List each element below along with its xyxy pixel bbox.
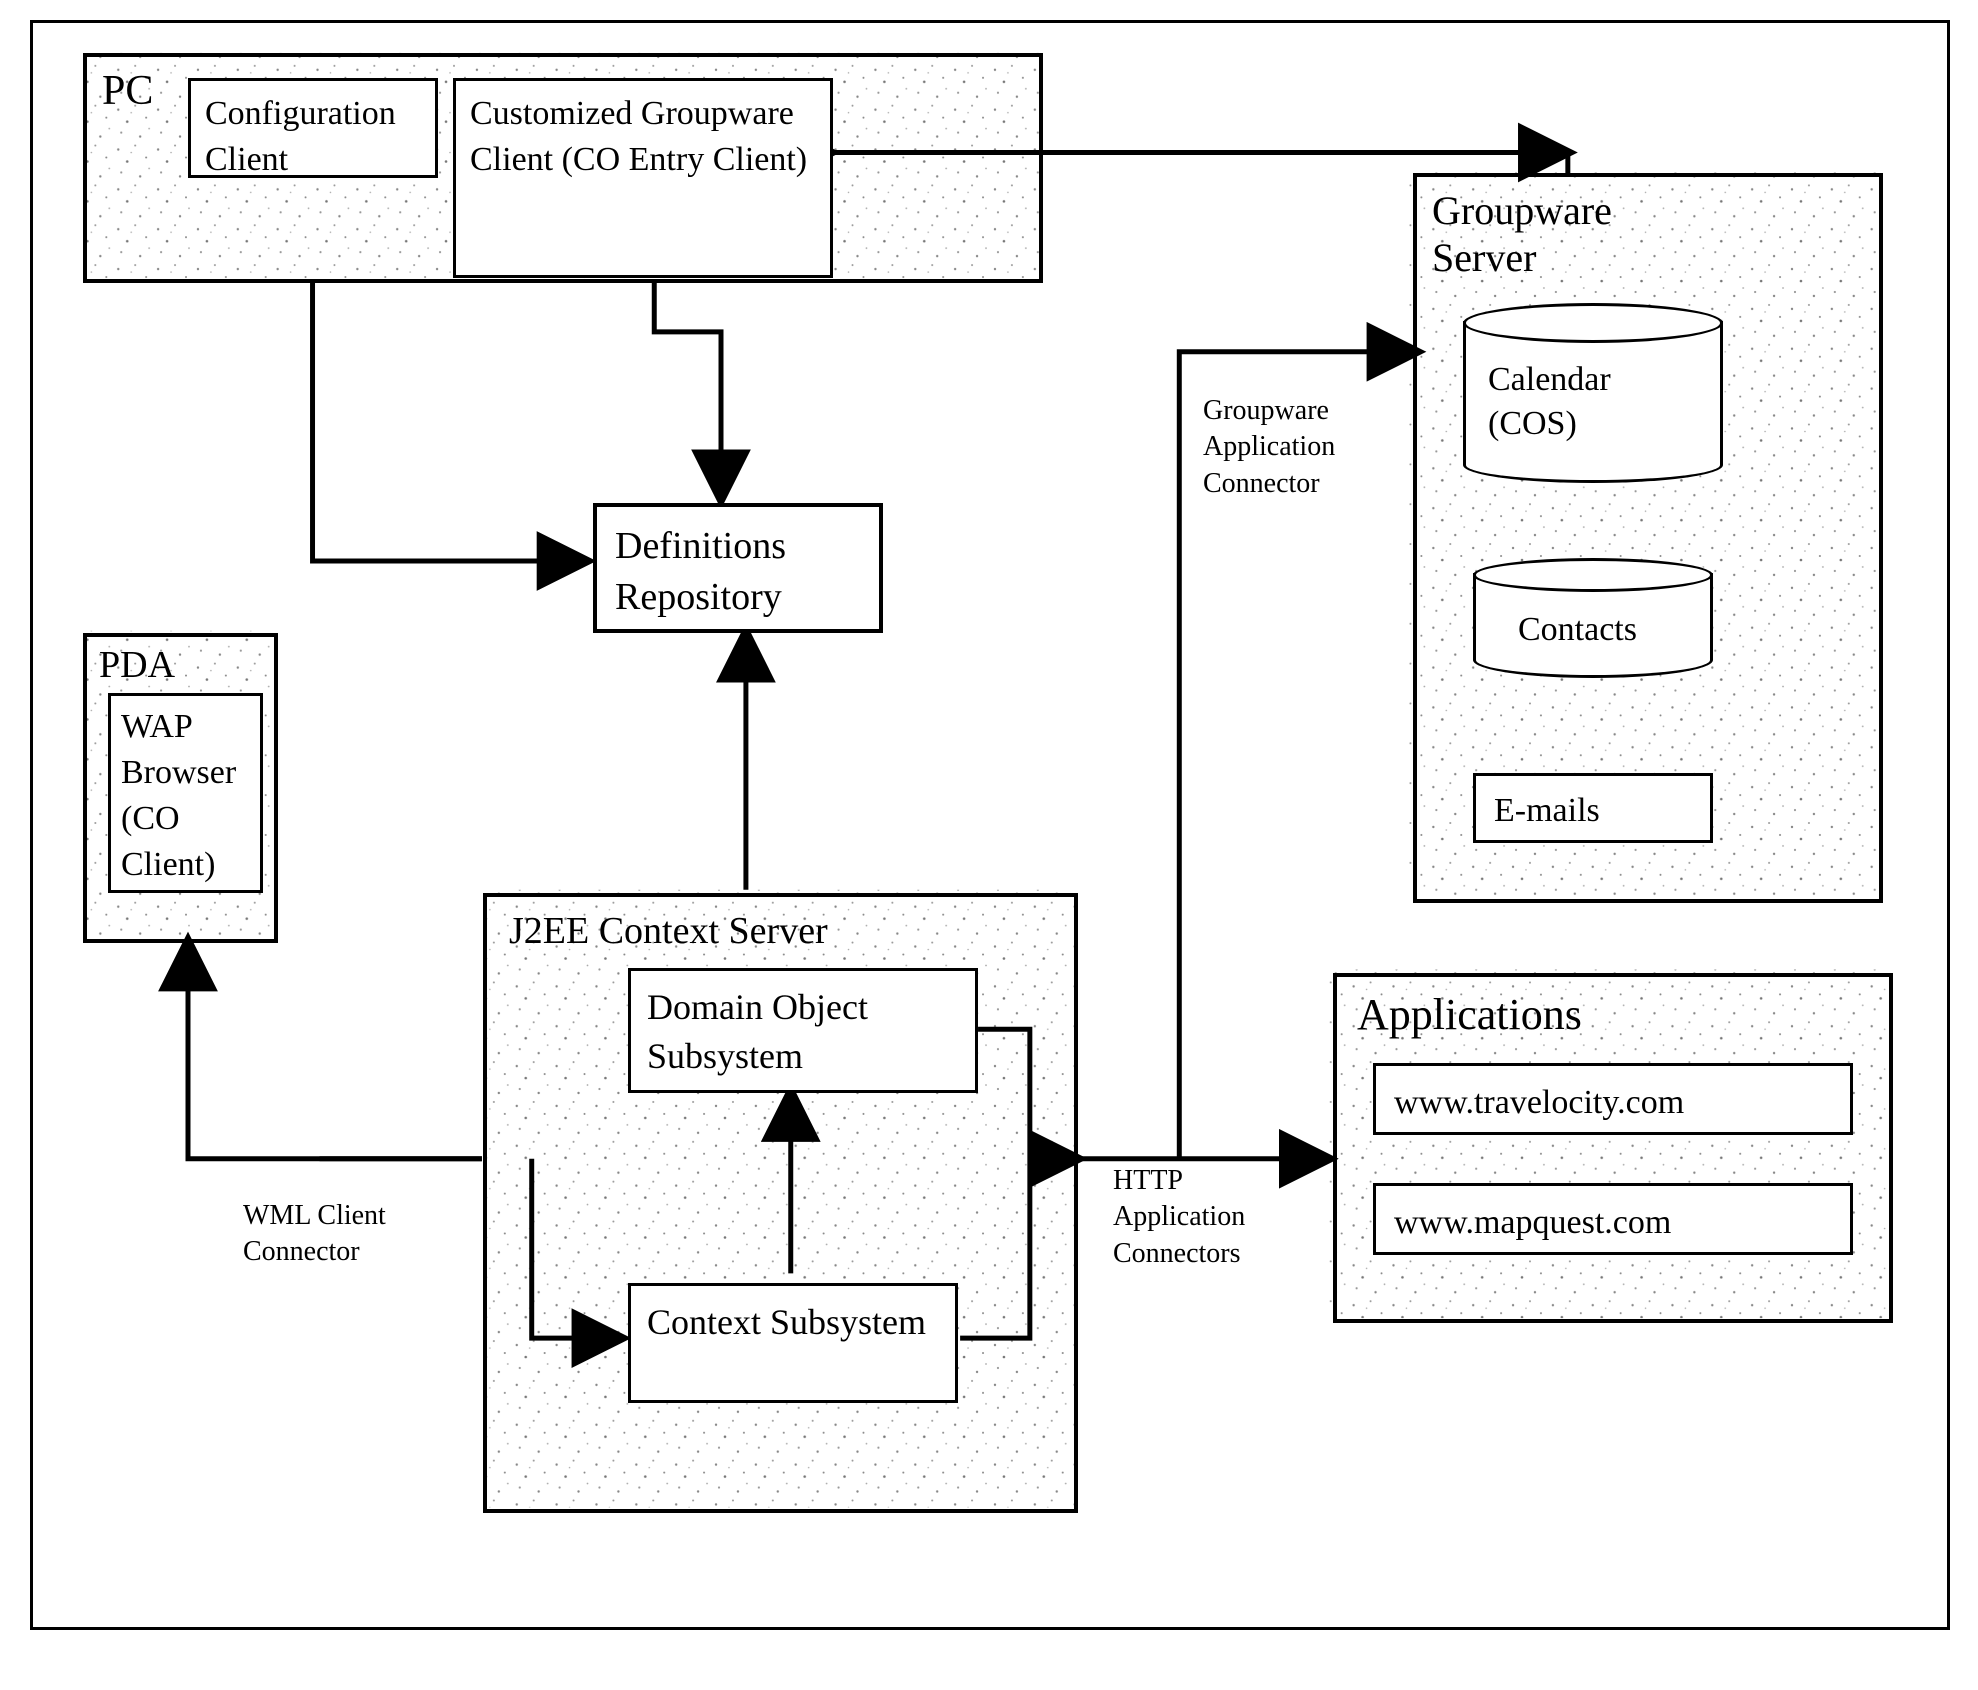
context-subsystem-label: Context Subsystem: [647, 1302, 926, 1342]
definitions-repository-box: Definitions Repository: [593, 503, 883, 633]
pda-title: PDA: [99, 643, 175, 687]
domain-object-label: Domain Object Subsystem: [647, 987, 868, 1076]
diagram-frame: PC Configuration Client Customized Group…: [30, 20, 1950, 1630]
wap-browser-label: WAP Browser (CO Client): [121, 708, 236, 883]
definitions-repository-label: Definitions Repository: [615, 525, 786, 618]
groupware-client-label: Customized Groupware Client (CO Entry Cl…: [470, 95, 807, 178]
calendar-label: Calendar (COS): [1488, 358, 1698, 446]
emails-box: E-mails: [1473, 773, 1713, 843]
applications-container: Applications: [1333, 973, 1893, 1323]
app-mapquest-label: www.mapquest.com: [1394, 1204, 1671, 1241]
groupware-connector-label: Groupware Application Connector: [1203, 393, 1393, 502]
calendar-cylinder: Calendar (COS): [1463, 303, 1723, 483]
contacts-label: Contacts: [1518, 608, 1637, 652]
app-mapquest-box: www.mapquest.com: [1373, 1183, 1853, 1255]
context-subsystem-box: Context Subsystem: [628, 1283, 958, 1403]
app-travelocity-box: www.travelocity.com: [1373, 1063, 1853, 1135]
applications-title: Applications: [1357, 989, 1582, 1040]
contacts-cylinder: Contacts: [1473, 558, 1713, 678]
domain-object-box: Domain Object Subsystem: [628, 968, 978, 1093]
wml-connector-label: WML Client Connector: [243, 1198, 433, 1271]
j2ee-title: J2EE Context Server: [509, 909, 828, 953]
configuration-client-label: Configuration Client: [205, 95, 396, 178]
http-connector-label: HTTP Application Connectors: [1113, 1163, 1303, 1272]
groupware-server-title: Groupware Server: [1432, 187, 1682, 281]
wap-browser-box: WAP Browser (CO Client): [108, 693, 263, 893]
app-travelocity-label: www.travelocity.com: [1394, 1084, 1684, 1121]
groupware-client-box: Customized Groupware Client (CO Entry Cl…: [453, 78, 833, 278]
emails-label: E-mails: [1494, 792, 1600, 829]
pc-title: PC: [102, 67, 153, 115]
configuration-client-box: Configuration Client: [188, 78, 438, 178]
